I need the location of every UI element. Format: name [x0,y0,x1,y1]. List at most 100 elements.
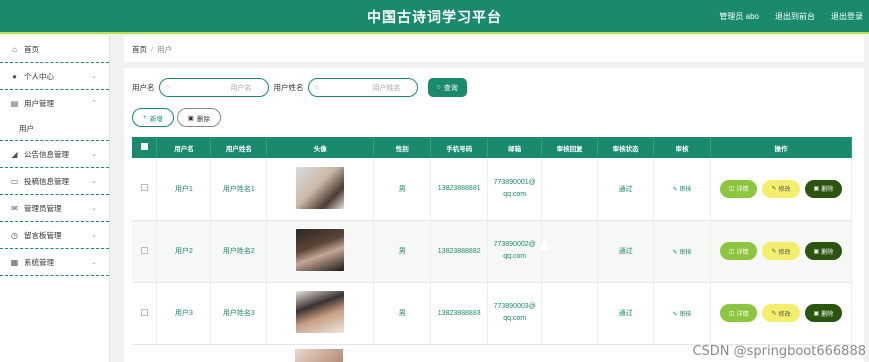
delete-button[interactable]: ▣ 删除 [804,179,843,198]
detail-label: 详情 [736,249,749,256]
fullname-placeholder: 用户姓名 [372,84,401,92]
sidebar-item-admins[interactable]: ✉ 管理员管理 ⌄ [0,195,109,222]
sidebar-item-label: 投稿信息管理 [24,176,69,186]
sidebar-item-label: 管理员管理 [24,203,62,213]
detail-button[interactable]: ◫ 详情 [719,304,758,322]
cell-fullname: 用户姓名2 [210,220,268,283]
email-part: qq.com [503,190,527,198]
edit-label: 修改 [778,187,791,194]
avatar [295,349,343,362]
search-bar: 用户名 ○ 用户名 用户姓名 ○ 用户姓名 ○ 查询 [132,78,467,97]
breadcrumb-separator: / [151,44,154,54]
cell-email: 773890002@ qq.com [487,220,543,283]
detail-button[interactable]: ◫ 详情 [719,179,758,198]
sidebar: ⌂ 首页 ● 个人中心 ⌄ ▤ 用户管理 ⌃ 用户 ◢ 公告信息管理 ⌄ ▭ 投… [0,36,110,362]
sidebar-item-label: 用户管理 [24,99,54,108]
chevron-down-icon: ⌄ [91,205,97,212]
sidebar-item-messageboard[interactable]: ◷ 留言板管理 ⌄ [0,222,109,249]
audit-link[interactable]: ✎ 审核 [673,312,692,318]
delete-label: 删除 [821,249,834,256]
detail-label: 详情 [736,311,749,318]
delete-button[interactable]: ▣ 删除 [804,242,843,260]
sidebar-subitem-users[interactable]: 用户 [0,117,109,141]
column-header: 手机号码 [430,137,489,158]
select-all-cell[interactable] [132,137,158,158]
breadcrumb-home[interactable]: 首页 [132,44,147,55]
mail-icon: ✉ [11,203,18,213]
delete-label: 删除 [821,187,834,194]
sidebar-item-label: 留言板管理 [24,230,62,240]
sidebar-item-profile[interactable]: ● 个人中心 ⌄ [0,63,109,90]
sidebar-item-label: 公告信息管理 [24,149,69,159]
username-search-input[interactable]: ○ 用户名 [158,78,269,97]
sidebar-item-home[interactable]: ⌂ 首页 [0,36,109,63]
edit-button[interactable]: ✎ 修改 [762,304,800,322]
message-icon: ▭ [10,176,19,186]
delete-button[interactable]: ▣ 删除 [804,304,843,322]
chevron-down-icon: ⌄ [91,178,97,185]
select-all-checkbox[interactable] [140,143,148,150]
admin-user-label[interactable]: 管理员 abo [719,11,759,22]
cell-fullname: 用户姓名3 [210,282,268,345]
chevron-down-icon: ⌄ [91,151,97,158]
table-header-row: 用户名 用户姓名 头像 性别 手机号码 邮箱 审核回复 审核状态 审核 操作 [132,137,853,158]
detail-button[interactable]: ◫ 详情 [719,242,758,260]
row-checkbox[interactable] [140,246,148,254]
cell-email: 773890001@ qq.com [487,158,543,221]
column-header: 性别 [373,137,432,158]
back-to-frontend-link[interactable]: 退出到前台 [775,11,815,22]
row-checkbox[interactable] [140,308,148,316]
cell-gender: 男 [373,282,432,345]
table-row: 用户1 用户姓名1 男 13823888881 773890001@ qq.com… [132,158,853,221]
main-content: 首页 / 用户 用户名 ○ 用户名 用户姓名 ○ 用户姓名 ○ 查询 + 新增 [124,36,864,362]
edit-label: 修改 [778,311,791,318]
column-header: 用户姓名 [210,137,268,158]
edit-button[interactable]: ✎ 修改 [762,242,800,260]
list-icon: ▦ [10,257,19,267]
username-placeholder: 用户名 [230,84,252,92]
email-part: qq.com [503,253,527,260]
sidebar-item-user-management[interactable]: ▤ 用户管理 ⌃ [0,90,109,117]
email-part: qq.com [503,315,527,322]
column-header: 操作 [710,137,853,158]
column-header: 审核回复 [541,137,599,158]
sidebar-item-announcements[interactable]: ◢ 公告信息管理 ⌄ [0,141,109,168]
users-icon: ▤ [10,99,19,108]
sidebar-item-submissions[interactable]: ▭ 投稿信息管理 ⌄ [0,168,109,195]
cell-phone: 13823888883 [430,282,489,345]
content-panel: 用户名 ○ 用户名 用户姓名 ○ 用户姓名 ○ 查询 + 新增 ▣ 删除 用户名… [124,68,864,362]
query-button-label: 查询 [443,84,458,92]
home-icon: ⌂ [12,44,17,54]
sidebar-item-system[interactable]: ▦ 系统管理 ⌄ [0,249,109,276]
add-button[interactable]: + 新增 [132,108,174,127]
cell-fullname: 用户姓名1 [210,158,268,221]
chevron-down-icon: ⌄ [91,259,97,266]
cell-reply [541,158,599,221]
megaphone-icon: ◢ [11,149,18,159]
table-row: 用户3 用户姓名3 男 13823888883 773890003@ qq.com… [132,282,853,345]
table-row: 用户2 用户姓名2 男 13823888882 773890002@ qq.com… [132,220,853,283]
avatar [296,291,345,333]
row-checkbox[interactable] [140,184,148,192]
user-table: 用户名 用户姓名 头像 性别 手机号码 邮箱 审核回复 审核状态 审核 操作 用… [132,137,853,345]
user-icon: ● [12,71,17,81]
cell-email: 773890003@ qq.com [487,282,543,345]
sidebar-item-label: 系统管理 [24,257,54,267]
cell-username: 用户1 [156,158,212,221]
cell-reply [541,282,599,345]
fullname-search-input[interactable]: ○ 用户姓名 [307,78,418,97]
top-header: 中国古诗词学习平台 管理员 abo 退出到前台 退出登录 [0,0,869,34]
breadcrumb-current: 用户 [157,44,173,54]
column-header: 审核状态 [597,137,655,158]
query-button[interactable]: ○ 查询 [427,78,467,97]
header-links: 管理员 abo 退出到前台 退出登录 [719,11,863,22]
email-part: 773890001@ [493,178,536,186]
audit-link[interactable]: ✎ 审核 [673,187,692,193]
cell-gender: 男 [373,158,432,221]
batch-delete-button[interactable]: ▣ 删除 [176,108,221,127]
edit-button[interactable]: ✎ 修改 [762,179,800,198]
edit-label: 修改 [778,249,791,256]
audit-link[interactable]: ✎ 审核 [673,250,692,256]
logout-link[interactable]: 退出登录 [831,11,863,22]
cell-username: 用户3 [156,282,212,345]
